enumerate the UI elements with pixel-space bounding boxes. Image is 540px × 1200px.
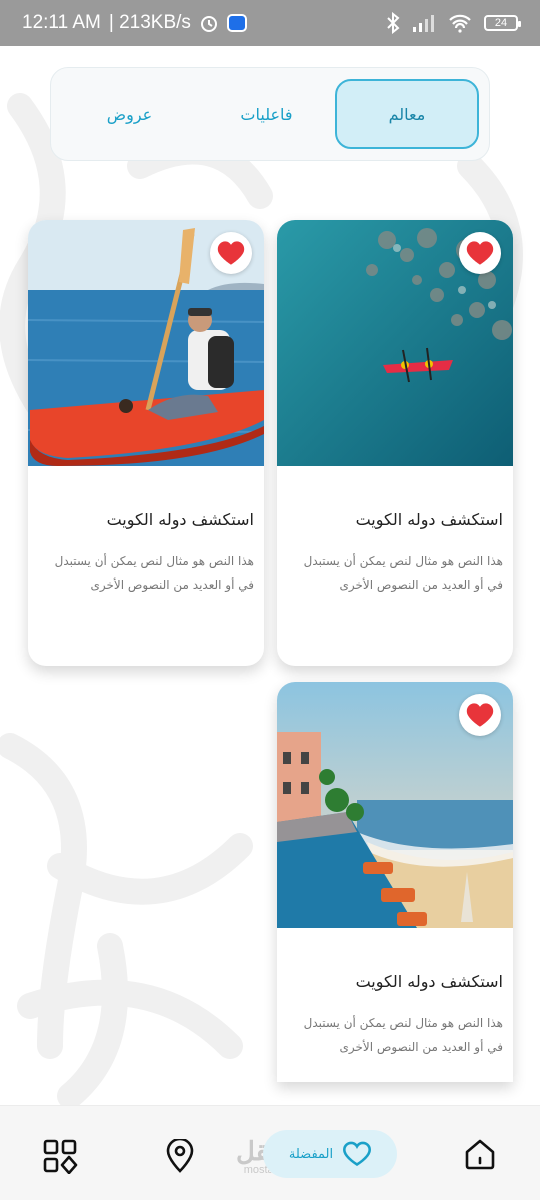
card-description: هذا النص هو مثال لنص يمكن أن يستبدل في أ… <box>303 554 503 592</box>
bluetooth-icon <box>387 12 400 34</box>
card-title: استكشف دوله الكويت <box>355 510 503 529</box>
place-image-beach-resort <box>277 682 513 928</box>
grid-menu-icon <box>43 1139 78 1174</box>
status-bar: 12:11 AM | 213KB/s 24 <box>0 0 540 46</box>
wifi-icon <box>449 14 471 33</box>
tab-landmarks[interactable]: معالم <box>335 79 479 149</box>
location-pin-icon <box>166 1139 194 1173</box>
battery-icon: 24 <box>484 15 521 31</box>
status-time: 12:11 AM <box>22 12 101 33</box>
heart-icon <box>343 1141 372 1166</box>
place-card[interactable]: استكشف دوله الكويت هذا النص هو مثال لنص … <box>277 220 513 666</box>
message-app-icon <box>226 14 247 32</box>
favorite-button[interactable] <box>459 694 501 736</box>
battery-level: 24 <box>494 17 508 29</box>
card-description: هذا النص هو مثال لنص يمكن أن يستبدل في أ… <box>303 1016 503 1054</box>
card-description: هذا النص هو مثال لنص يمكن أن يستبدل في أ… <box>54 554 254 592</box>
nav-favorites[interactable]: المفضلة <box>263 1130 397 1178</box>
place-card[interactable]: استكشف دوله الكويت هذا النص هو مثال لنص … <box>28 220 264 666</box>
nav-home[interactable] <box>460 1134 500 1174</box>
nav-map[interactable] <box>162 1138 198 1174</box>
bottom-navigation: مستقل mostaql.com المفضلة <box>0 1105 540 1200</box>
place-image-aerial-kayak <box>277 220 513 466</box>
heart-filled-icon <box>466 703 494 727</box>
favorite-button[interactable] <box>459 232 501 274</box>
alarm-icon <box>200 16 217 32</box>
category-tabs: معالم فاعليات عروض <box>50 67 490 161</box>
tab-events[interactable]: فاعليات <box>198 79 335 149</box>
home-icon <box>465 1139 495 1170</box>
card-title: استكشف دوله الكويت <box>106 510 254 529</box>
signal-icon <box>413 15 434 32</box>
status-speed: | 213KB/s <box>108 12 191 33</box>
place-image-man-kayaking <box>28 220 264 466</box>
card-title: استكشف دوله الكويت <box>355 972 503 991</box>
nav-favorites-label: المفضلة <box>288 1146 334 1162</box>
tab-offers[interactable]: عروض <box>61 79 198 149</box>
favorite-button[interactable] <box>210 232 252 274</box>
nav-categories[interactable] <box>40 1136 80 1176</box>
heart-filled-icon <box>466 241 494 265</box>
heart-filled-icon <box>217 241 245 265</box>
place-card[interactable]: استكشف دوله الكويت هذا النص هو مثال لنص … <box>277 682 513 1082</box>
